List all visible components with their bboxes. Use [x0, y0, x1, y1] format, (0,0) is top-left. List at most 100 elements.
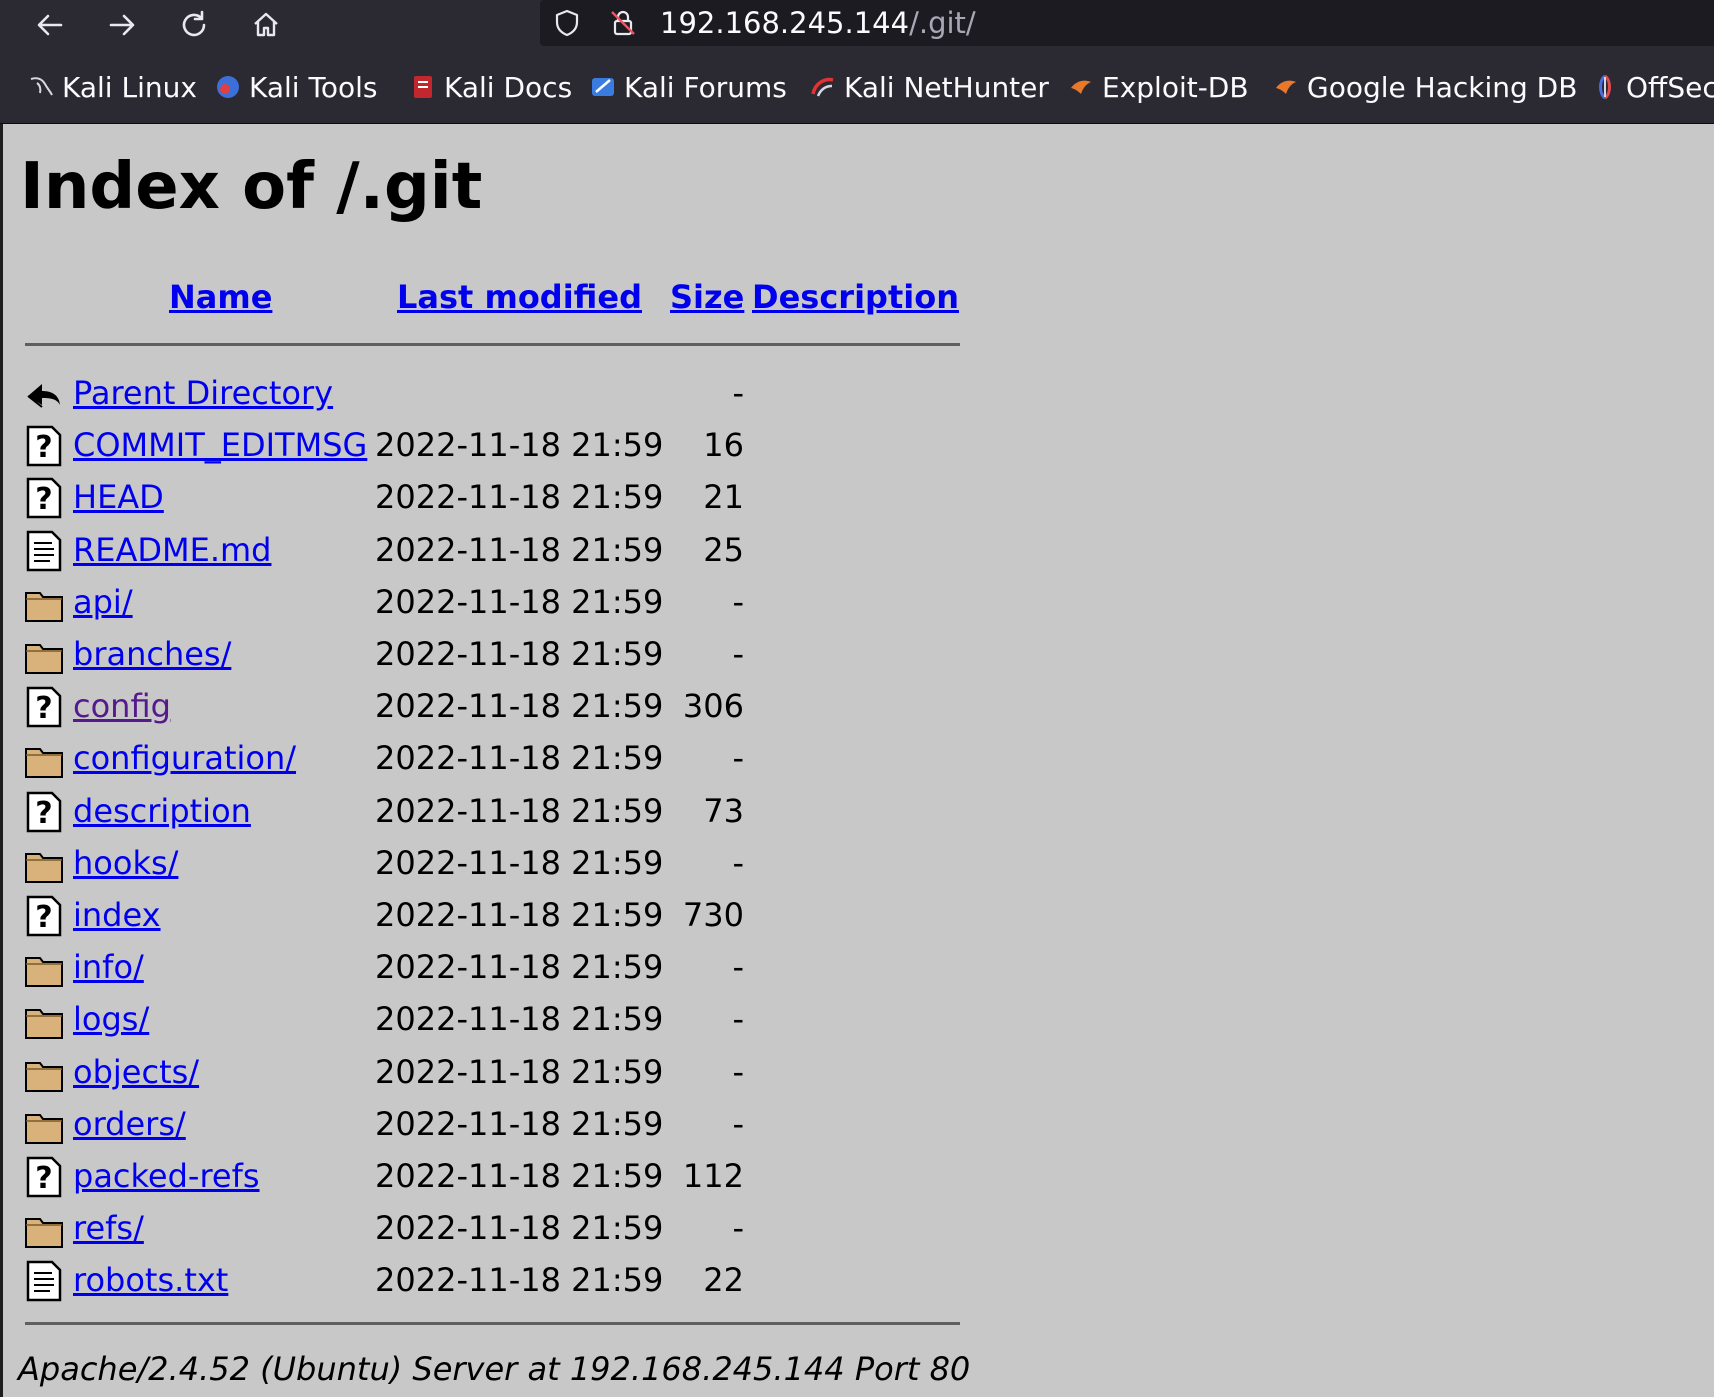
table-row: info/2022-11-18 21:59 - — [0, 942, 980, 994]
bookmark-label: Kali Docs — [444, 70, 573, 104]
bookmark-exploit-db[interactable]: Exploit-DB — [1068, 70, 1249, 104]
back-icon — [24, 372, 64, 416]
sort-by-name-link[interactable]: Name — [169, 278, 272, 316]
size-value: 730 — [682, 896, 744, 934]
insecure-lock-icon[interactable] — [608, 8, 638, 38]
size-value: - — [732, 1209, 744, 1248]
bookmark-kali-nethunter[interactable]: Kali NetHunter — [810, 70, 1049, 104]
size-value: 21 — [703, 478, 744, 517]
sort-by-size-link[interactable]: Size — [670, 278, 744, 316]
last-modified-value: 2022-11-18 21:59 — [375, 582, 664, 621]
folder-icon — [24, 1207, 64, 1251]
size-value: - — [732, 1104, 744, 1143]
home-button[interactable] — [244, 3, 288, 47]
table-row: README.md 2022-11-18 21:59 25 — [0, 525, 980, 577]
offsec-icon — [1592, 74, 1618, 100]
folder-icon — [24, 946, 64, 990]
file-link[interactable]: info/ — [73, 948, 144, 986]
svg-text:?: ? — [35, 796, 52, 831]
last-modified-value: 2022-11-18 21:59 — [375, 478, 664, 517]
browser-toolbar: 192.168.245.144/.git/ — [0, 0, 1714, 50]
table-row: ? HEAD 2022-11-18 21:59 21 — [0, 472, 980, 524]
file-link[interactable]: objects/ — [73, 1053, 199, 1091]
reload-button[interactable] — [172, 3, 216, 47]
size-value: - — [732, 1052, 744, 1091]
file-link[interactable]: hooks/ — [73, 844, 178, 882]
file-link[interactable]: config — [73, 687, 171, 725]
bookmark-google-hacking-db[interactable]: Google Hacking DB — [1273, 70, 1577, 104]
bookmark-label: Kali NetHunter — [844, 70, 1049, 104]
file-link[interactable]: configuration/ — [73, 739, 296, 777]
last-modified-value: 2022-11-18 21:59 — [375, 739, 664, 778]
home-icon — [254, 12, 278, 37]
bookmark-kali-linux[interactable]: Kali Linux — [28, 70, 197, 104]
table-row: ? index 2022-11-18 21:59 730 — [0, 890, 980, 942]
bookmark-kali-tools[interactable]: Kali Tools — [215, 70, 377, 104]
sort-by-description-link[interactable]: Description — [752, 278, 959, 316]
url-host: 192.168.245.144 — [660, 6, 910, 40]
table-row: ? COMMIT_EDITMSG 2022-11-18 21:59 16 — [0, 420, 980, 472]
bookmark-kali-docs[interactable]: Kali Docs — [410, 70, 572, 104]
size-value: 306 — [682, 687, 744, 726]
bookmark-label: Google Hacking DB — [1307, 70, 1578, 104]
file-link[interactable]: COMMIT_EDITMSG — [73, 426, 367, 464]
bookmark-label: Kali Forums — [624, 70, 787, 104]
file-link[interactable]: description — [73, 792, 251, 830]
kali-tools-icon — [215, 74, 241, 100]
folder-icon — [24, 1103, 64, 1147]
folder-icon — [24, 737, 64, 781]
file-link[interactable]: index — [73, 896, 161, 934]
shield-icon[interactable] — [552, 8, 582, 38]
forward-button[interactable] — [100, 3, 144, 47]
back-button[interactable] — [28, 3, 72, 47]
file-link[interactable]: HEAD — [73, 478, 164, 516]
bookmark-label: Kali Linux — [62, 70, 197, 104]
size-value: - — [732, 635, 744, 673]
unknown-file-icon: ? — [24, 894, 64, 938]
file-link[interactable]: packed-refs — [73, 1157, 260, 1195]
bookmark-offsec[interactable]: OffSec — [1592, 70, 1714, 104]
size-value: - — [732, 948, 744, 987]
size-value: 112 — [682, 1157, 744, 1195]
last-modified-value: 2022-11-18 21:59 — [375, 791, 664, 830]
last-modified-value: 2022-11-18 21:59 — [375, 530, 664, 569]
table-row: objects/2022-11-18 21:59 - — [0, 1047, 980, 1099]
file-link[interactable]: branches/ — [73, 635, 231, 673]
file-link[interactable]: README.md — [73, 531, 271, 569]
file-link[interactable]: refs/ — [73, 1209, 144, 1247]
file-link[interactable]: orders/ — [73, 1105, 186, 1143]
bookmark-kali-forums[interactable]: Kali Forums — [590, 70, 787, 104]
header-divider — [25, 343, 960, 346]
file-link[interactable]: Parent Directory — [73, 374, 333, 412]
size-value: - — [732, 739, 744, 778]
bookmark-label: Exploit-DB — [1102, 70, 1249, 104]
url-text[interactable]: 192.168.245.144/.git/ — [660, 7, 976, 39]
svg-text:?: ? — [35, 1161, 52, 1196]
table-row: ? config 2022-11-18 21:59 306 — [0, 681, 980, 733]
size-value: - — [732, 1000, 744, 1039]
size-value: 73 — [703, 791, 744, 830]
arrow-left-icon — [37, 14, 63, 36]
folder-icon — [24, 633, 64, 677]
bookmark-label: OffSec — [1626, 70, 1714, 104]
file-link[interactable]: logs/ — [73, 1000, 149, 1038]
kali-forums-icon — [590, 74, 616, 100]
server-signature: Apache/2.4.52 (Ubuntu) Server at 192.168… — [18, 1350, 971, 1388]
size-value: 16 — [703, 426, 744, 465]
file-link[interactable]: robots.txt — [73, 1261, 228, 1299]
svg-text:?: ? — [35, 430, 52, 465]
unknown-file-icon: ? — [24, 790, 64, 834]
page-content: Index of /.git Name Last modified Size D… — [0, 124, 1714, 1397]
unknown-file-icon: ? — [24, 685, 64, 729]
size-value: - — [732, 374, 744, 412]
size-value: 25 — [703, 530, 744, 569]
exploit-db-icon — [1068, 74, 1094, 100]
folder-icon — [24, 1051, 64, 1095]
address-bar[interactable]: 192.168.245.144/.git/ — [540, 0, 1714, 46]
table-row: hooks/2022-11-18 21:59 - — [0, 838, 980, 890]
table-row: Parent Directory - — [0, 368, 980, 420]
sort-by-last-modified-link[interactable]: Last modified — [397, 278, 642, 316]
svg-text:?: ? — [35, 691, 52, 726]
last-modified-value: 2022-11-18 21:59 — [375, 843, 664, 882]
file-link[interactable]: api/ — [73, 583, 133, 621]
